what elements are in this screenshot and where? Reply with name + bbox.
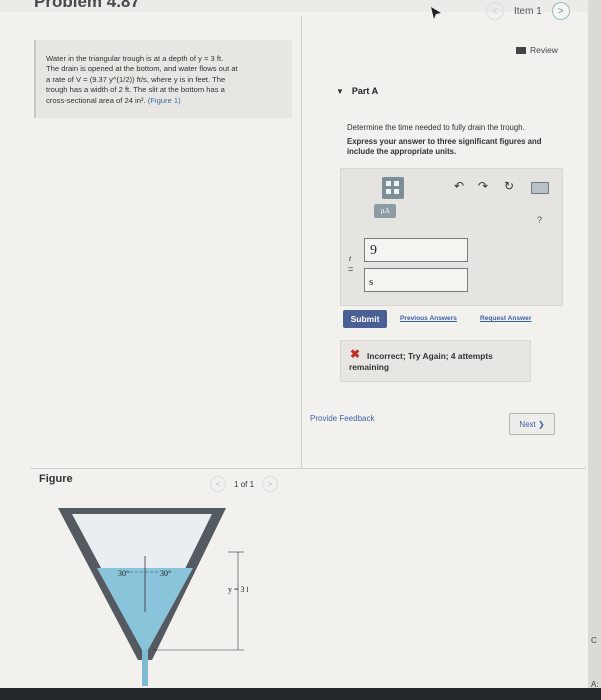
review-link[interactable]: Review [516,45,558,55]
keyboard-icon[interactable] [531,182,549,194]
problem-line: a rate of V = (9.37 y^(1/2)) ft/s, where… [46,74,226,84]
review-label: Review [530,45,558,55]
help-button[interactable]: ? [537,215,542,225]
figure-next-button[interactable]: > [262,476,279,492]
figure-prev-button[interactable]: < [210,476,226,492]
page-background: Problem 4.87 < Item 1 > Water in the tri… [0,0,588,688]
problem-statement: Water in the triangular trough is at a d… [46,54,284,106]
reset-icon[interactable]: ↻ [504,179,514,193]
answer-unit-input[interactable]: s [364,268,468,292]
answer-equals: = [348,264,354,274]
question-prompt: Determine the time needed to fully drain… [347,123,525,132]
collapse-triangle-icon: ▼ [336,86,344,96]
provide-feedback-link[interactable]: Provide Feedback [310,414,374,423]
answer-value-input[interactable]: 9 [364,238,468,262]
next-item-button[interactable]: > [551,2,570,20]
figure-link[interactable]: (Figure 1) [148,96,181,105]
part-label: Part A [351,86,379,96]
feedback-message: Incorrect; Try Again; 4 attempts remaini… [349,351,493,372]
templates-button[interactable] [382,177,404,199]
request-answer-link[interactable]: Request Answer [480,315,531,322]
figure-pager: < 1 of 1 > [210,476,279,492]
problem-line: The drain is opened at the bottom, and w… [46,64,238,74]
previous-answers-link[interactable]: Previous Answers [400,315,457,322]
submit-button[interactable]: Submit [343,310,387,328]
redo-icon[interactable]: ↷ [478,179,488,193]
math-toolbar: μA ↶ ↷ ↻ ? [366,175,552,225]
undo-icon[interactable]: ↶ [454,179,464,193]
angle-left-label: 30° [118,569,129,578]
problem-line: trough has a width of 2 ft. The slit at … [46,85,225,95]
problem-title: Problem 4.87 [34,0,140,11]
trough-figure: 30° 30° y = 3 ft [58,508,248,686]
answer-variable: t [349,254,352,263]
problem-line: Water in the triangular trough is at a d… [46,54,224,63]
column-divider [301,16,302,468]
drain-slit [142,650,148,686]
part-a-header[interactable]: ▼ Part A [336,86,378,96]
previous-item-button[interactable]: < [486,2,504,20]
figure-pager-label: 1 of 1 [234,479,255,489]
units-button[interactable]: μA [374,204,396,218]
depth-label: y = 3 ft [228,585,248,594]
figure-label: Figure [39,473,73,485]
mouse-cursor-icon [431,7,441,19]
item-label: Item 1 [514,5,542,17]
review-icon [516,46,526,54]
item-navigation: < Item 1 > [486,2,570,20]
next-button[interactable]: Next ❯ [509,413,555,435]
problem-line-text: cross-sectional area of 24 in². [46,95,146,105]
edge-text: C [591,636,597,645]
figure-divider [30,468,586,469]
bottom-bar [0,688,601,700]
problem-line: cross-sectional area of 24 in². (Figure … [46,96,284,106]
angle-right-label: 30° [160,569,171,578]
question-instructions: Express your answer to three significant… [347,137,542,156]
